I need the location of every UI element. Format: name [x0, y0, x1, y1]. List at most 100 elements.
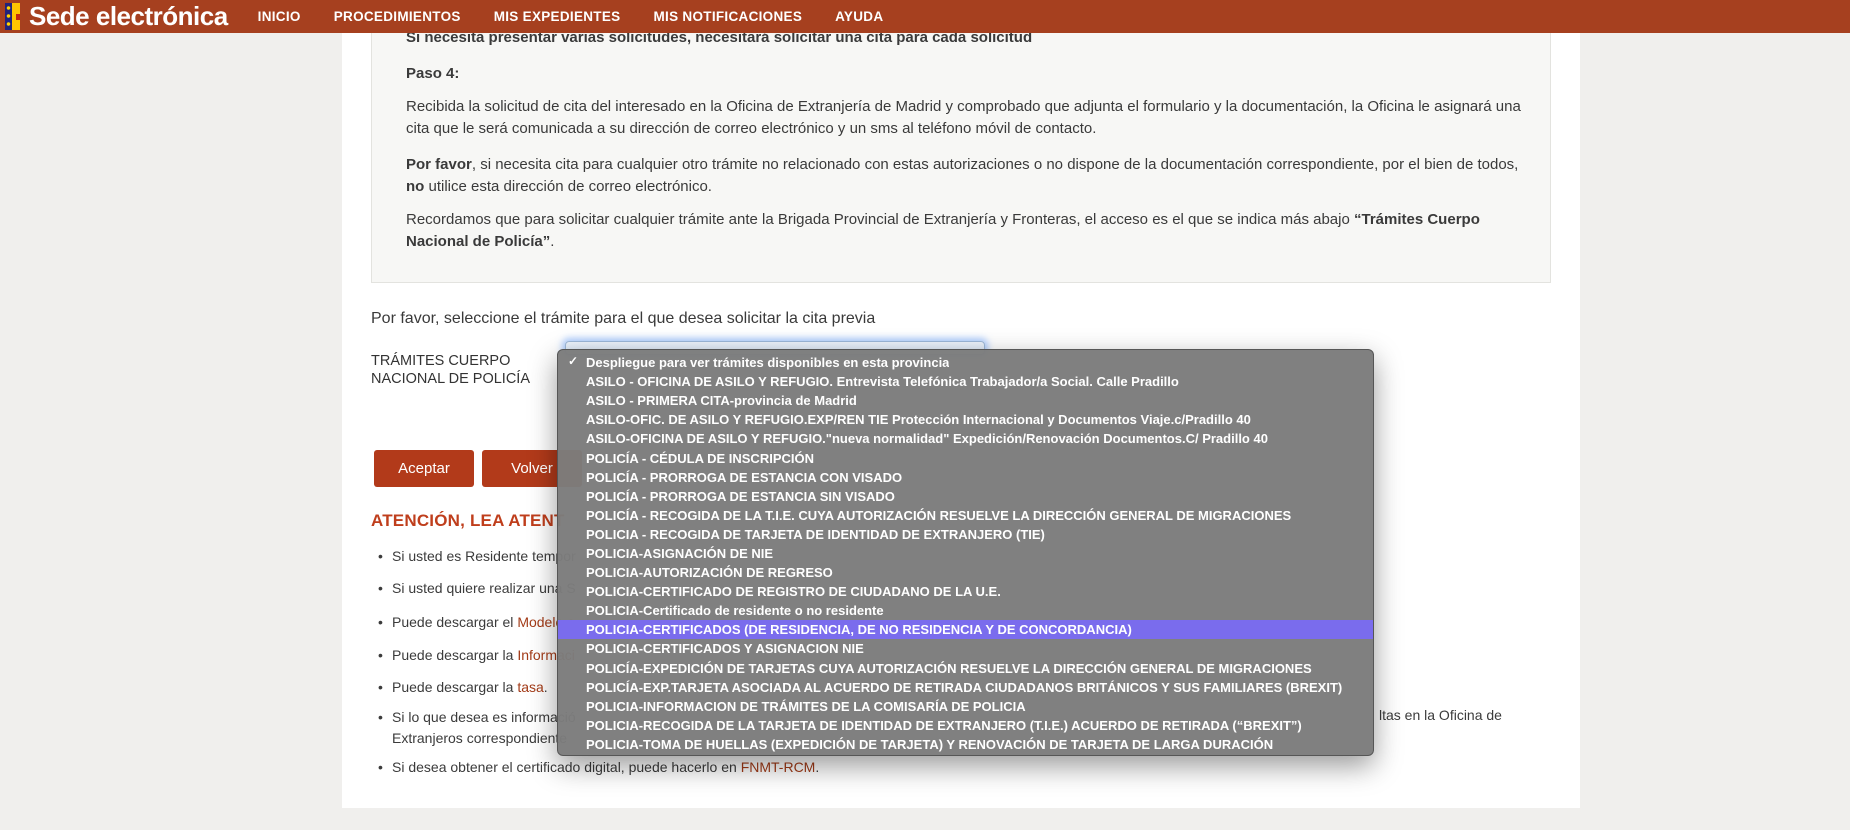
tramites-field-label: TRÁMITES CUERPO NACIONAL DE POLICÍA	[371, 352, 530, 388]
dropdown-option[interactable]: POLICIA-CERTIFICADOS Y ASIGNACION NIE	[558, 639, 1373, 658]
dropdown-option-label: ASILO-OFICINA DE ASILO Y REFUGIO."nueva …	[586, 431, 1268, 447]
top-navbar: Sede electrónica INICIO PROCEDIMIENTOS MIS…	[0, 0, 1850, 33]
dropdown-option-label: POLICIA-INFORMACION DE TRÁMITES DE LA CO…	[586, 698, 1026, 714]
nav-item-inicio[interactable]: INICIO	[258, 9, 301, 24]
main-nav: INICIO PROCEDIMIENTOS MIS EXPEDIENTES MIS N…	[258, 9, 884, 24]
page: Si necesita presentar varias solicitudes…	[0, 0, 1850, 830]
intro-p2-text2: utilice esta dirección de correo electró…	[424, 178, 712, 195]
dropdown-option[interactable]: POLICÍA-EXPEDICIÓN DE TARJETAS CUYA AUTO…	[558, 659, 1373, 678]
intro-p2-bold2: no	[406, 178, 425, 195]
dropdown-option[interactable]: ASILO-OFICINA DE ASILO Y REFUGIO."nueva …	[558, 429, 1373, 448]
intro-p2-bold: Por favor	[406, 156, 472, 173]
dropdown-option-label: POLICIA-ASIGNACIÓN DE NIE	[586, 545, 774, 561]
dropdown-option-label: POLICIA - RECOGIDA DE TARJETA DE IDENTID…	[586, 526, 1045, 542]
dropdown-option-selected[interactable]: POLICIA-CERTIFICADOS (DE RESIDENCIA, DE …	[558, 620, 1373, 640]
gobierno-flag-logo	[5, 3, 20, 30]
dropdown-option-label: POLICIA-TOMA DE HUELLAS (EXPEDICIÓN DE T…	[586, 736, 1274, 752]
nav-item-procedimientos[interactable]: PROCEDIMIENTOS	[334, 9, 461, 24]
dropdown-option-label: POLICÍA - RECOGIDA DE LA T.I.E. CUYA AUT…	[586, 507, 1292, 523]
nav-item-ayuda[interactable]: AYUDA	[835, 9, 883, 24]
dropdown-option[interactable]: ASILO - PRIMERA CITA-provincia de Madrid	[558, 391, 1373, 410]
bullet-icon: •	[378, 580, 383, 596]
bullet-icon: •	[378, 679, 383, 695]
dropdown-option-label: POLICÍA-EXPEDICIÓN DE TARJETAS CUYA AUTO…	[586, 660, 1312, 676]
nav-item-mis-notificaciones[interactable]: MIS NOTIFICACIONES	[653, 9, 802, 24]
dropdown-option[interactable]: POLICIA-RECOGIDA DE LA TARJETA DE IDENTI…	[558, 716, 1373, 735]
bullet-text-right-fragment: ltas en la Oficina de	[1379, 707, 1502, 723]
intro-box: Si necesita presentar varias solicitudes…	[371, 33, 1551, 283]
bullet-icon: •	[378, 709, 383, 725]
dropdown-option-label: POLICÍA - CÉDULA DE INSCRIPCIÓN	[586, 450, 814, 466]
spain-flag-icon	[12, 3, 20, 30]
intro-paragraph-2: Por favor, si necesita cita para cualqui…	[406, 154, 1521, 198]
bullet-text: .	[815, 759, 820, 775]
list-item: • Si lo que desea es informació	[378, 707, 576, 727]
dropdown-option-label: ASILO - PRIMERA CITA-provincia de Madrid	[586, 393, 857, 409]
intro-p3-text2: .	[550, 233, 555, 250]
dropdown-option-label: ASILO - OFICINA DE ASILO Y REFUGIO. Entr…	[586, 374, 1179, 390]
bullet-icon: •	[378, 647, 383, 663]
list-item: • Si usted quiere realizar una S	[378, 578, 576, 598]
bullet-text: Puede descargar la	[392, 647, 518, 663]
intro-clipped-line: Si necesita presentar varias solicitudes…	[406, 33, 1033, 46]
dropdown-option-label: POLICÍA-EXP.TARJETA ASOCIADA AL ACUERDO …	[586, 679, 1343, 695]
list-item: • Si desea obtener el certificado digital…	[378, 757, 819, 777]
dropdown-option[interactable]: POLICÍA - PRORROGA DE ESTANCIA SIN VISAD…	[558, 487, 1373, 506]
dropdown-option[interactable]: POLICÍA - PRORROGA DE ESTANCIA CON VISAD…	[558, 468, 1373, 487]
list-item: • Puede descargar el Modelo o	[378, 612, 575, 632]
dropdown-option-label: POLICIA-Certificado de residente o no re…	[586, 603, 884, 619]
dropdown-option-label: POLICIA-RECOGIDA DE LA TARJETA DE IDENTI…	[586, 717, 1302, 733]
brand-title[interactable]: Sede electrónica	[29, 0, 228, 33]
dropdown-option[interactable]: POLICIA-CERTIFICADO DE REGISTRO DE CIUDA…	[558, 582, 1373, 601]
fnmt-link[interactable]: FNMT-RCM	[741, 759, 816, 775]
list-item: • Puede descargar la Informaci	[378, 645, 575, 665]
dropdown-option[interactable]: POLICIA-Certificado de residente o no re…	[558, 601, 1373, 620]
bullet-text: Puede descargar la	[392, 679, 518, 695]
tramites-field-label-line1: TRÁMITES CUERPO	[371, 353, 511, 369]
eu-stars-icon	[5, 3, 12, 30]
dropdown-option-label: POLICIA-CERTIFICADO DE REGISTRO DE CIUDA…	[586, 584, 1001, 600]
bullet-text: Si usted es Residente tempor	[392, 548, 576, 564]
nav-item-mis-expedientes[interactable]: MIS EXPEDIENTES	[494, 9, 621, 24]
tasa-link[interactable]: tasa	[517, 679, 543, 695]
dropdown-option[interactable]: ASILO - OFICINA DE ASILO Y REFUGIO. Entr…	[558, 372, 1373, 391]
bullet-icon: •	[378, 548, 383, 564]
dropdown-option-label: POLICÍA - PRORROGA DE ESTANCIA SIN VISAD…	[586, 488, 895, 504]
checkmark-icon: ✓	[568, 354, 579, 368]
dropdown-option[interactable]: ASILO-OFIC. DE ASILO Y REFUGIO.EXP/REN T…	[558, 410, 1373, 429]
bullet-text: Si desea obtener el certificado digital,…	[392, 759, 741, 775]
select-prompt: Por favor, seleccione el trámite para el…	[371, 310, 876, 327]
dropdown-option[interactable]: POLICÍA - RECOGIDA DE LA T.I.E. CUYA AUT…	[558, 506, 1373, 525]
dropdown-option-label: POLICÍA - PRORROGA DE ESTANCIA CON VISAD…	[586, 469, 903, 485]
dropdown-option[interactable]: ✓ Despliegue para ver trámites disponible…	[558, 353, 1373, 372]
dropdown-option-label: POLICIA-CERTIFICADOS (DE RESIDENCIA, DE …	[586, 622, 1132, 638]
bullet-icon: •	[378, 614, 383, 630]
intro-p3-text1: Recordamos que para solicitar cualquier …	[406, 211, 1354, 228]
tramites-dropdown: ✓ Despliegue para ver trámites disponible…	[557, 349, 1374, 756]
dropdown-option[interactable]: POLICÍA-EXP.TARJETA ASOCIADA AL ACUERDO …	[558, 678, 1373, 697]
bullet-icon: •	[378, 759, 383, 775]
dropdown-option[interactable]: POLICIA-TOMA DE HUELLAS (EXPEDICIÓN DE T…	[558, 735, 1373, 754]
dropdown-option-label: ASILO-OFIC. DE ASILO Y REFUGIO.EXP/REN T…	[586, 412, 1251, 428]
dropdown-option-label: POLICIA-CERTIFICADOS Y ASIGNACION NIE	[586, 641, 864, 657]
dropdown-option[interactable]: POLICIA-AUTORIZACIÓN DE REGRESO	[558, 563, 1373, 582]
tramites-field-label-line2: NACIONAL DE POLICÍA	[371, 371, 531, 387]
dropdown-option-label: Despliegue para ver trámites disponibles…	[586, 355, 950, 371]
bullet-text: Si lo que desea es informació	[392, 709, 576, 725]
intro-paragraph-3: Recordamos que para solicitar cualquier …	[406, 209, 1521, 253]
list-item: • Puede descargar la tasa.	[378, 677, 548, 697]
intro-paragraph-1: Recibida la solicitud de cita del intere…	[406, 96, 1521, 140]
dropdown-option[interactable]: POLICIA-INFORMACION DE TRÁMITES DE LA CO…	[558, 697, 1373, 716]
bullet-text: Puede descargar el	[392, 614, 518, 630]
dropdown-option-label: POLICIA-AUTORIZACIÓN DE REGRESO	[586, 565, 833, 581]
list-item: • Si usted es Residente tempor	[378, 546, 576, 566]
bullet-text-line2: Extranjeros correspondiente	[392, 730, 568, 746]
dropdown-option[interactable]: POLICÍA - CÉDULA DE INSCRIPCIÓN	[558, 448, 1373, 467]
intro-paragraph-1-text: Recibida la solicitud de cita del intere…	[406, 98, 1521, 137]
step-title: Paso 4:	[406, 65, 460, 82]
accept-button[interactable]: Aceptar	[374, 450, 474, 487]
intro-p2-text1: , si necesita cita para cualquier otro t…	[471, 156, 1519, 173]
bullet-text: .	[543, 679, 548, 695]
dropdown-option[interactable]: POLICIA-ASIGNACIÓN DE NIE	[558, 544, 1373, 563]
dropdown-option[interactable]: POLICIA - RECOGIDA DE TARJETA DE IDENTID…	[558, 525, 1373, 544]
